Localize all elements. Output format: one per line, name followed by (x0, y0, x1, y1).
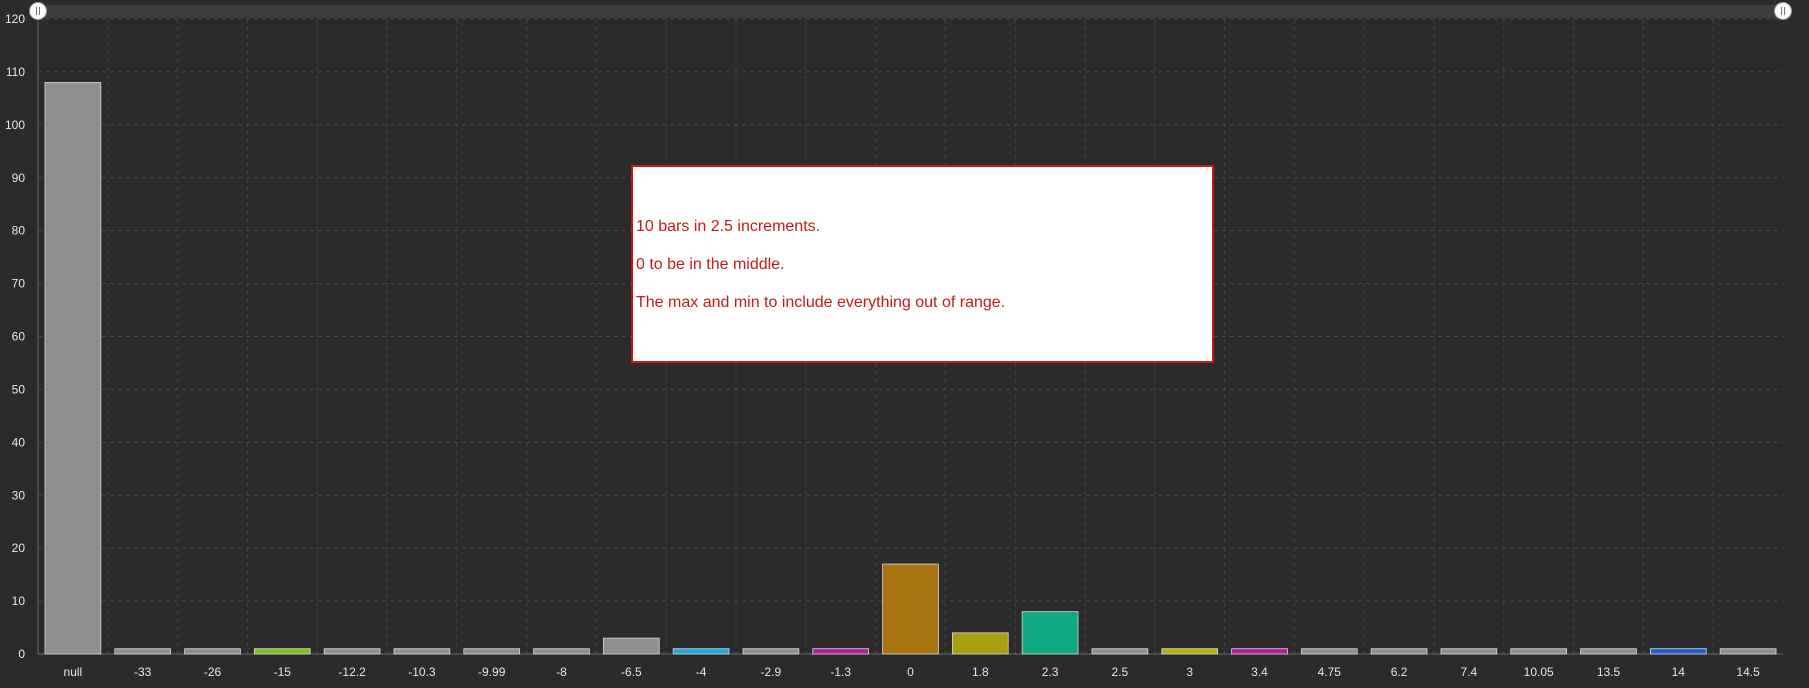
x-tick-label: -2.9 (761, 665, 782, 679)
range-handle-left[interactable] (29, 2, 47, 20)
x-tick-label: 4.75 (1318, 665, 1342, 679)
bar-7.4 (1440, 648, 1498, 655)
bar-2.3 (1021, 611, 1079, 655)
bar-3.4 (1231, 648, 1288, 655)
annotation-line-2: 0 to be in the middle. (636, 256, 785, 273)
x-tick-label: 3.4 (1251, 665, 1268, 679)
bar--15 (253, 648, 311, 655)
annotation-line-1: 10 bars in 2.5 increments. (636, 218, 821, 235)
bar--26 (184, 648, 241, 655)
y-tick-label: 20 (12, 541, 26, 555)
x-tick-label: null (64, 665, 83, 679)
bar-3 (1161, 648, 1219, 655)
annotation-box: 10 bars in 2.5 increments. 0 to be in th… (631, 165, 1214, 363)
bar--10.3 (393, 648, 451, 655)
x-tick-label: -15 (274, 665, 292, 679)
bar-10.05 (1510, 648, 1568, 655)
y-tick-label: 50 (12, 382, 26, 396)
bar--8 (533, 648, 590, 655)
range-handle-right[interactable] (1774, 2, 1792, 20)
y-tick-label: 30 (12, 488, 26, 502)
x-tick-label: -26 (204, 665, 222, 679)
y-tick-label: 110 (6, 65, 25, 79)
bar--6.5 (602, 637, 660, 655)
bar--2.9 (742, 648, 800, 655)
x-tick-label: 14 (1672, 665, 1686, 679)
bar-0 (882, 563, 939, 655)
x-tick-label: -4 (696, 665, 707, 679)
bar-2.5 (1091, 648, 1149, 655)
y-tick-label: 100 (5, 118, 25, 132)
x-tick-label: 13.5 (1597, 665, 1621, 679)
bar--4 (672, 648, 730, 655)
x-tick-label: 0 (907, 665, 914, 679)
range-slider-track[interactable] (38, 5, 1783, 18)
x-tick-label: 14.5 (1736, 665, 1760, 679)
bar-6.2 (1370, 648, 1428, 655)
bar-null (44, 82, 102, 655)
bar-14 (1649, 648, 1707, 655)
x-tick-label: 7.4 (1461, 665, 1478, 679)
x-tick-label: -33 (134, 665, 152, 679)
y-tick-label: 80 (12, 224, 26, 238)
bar--33 (114, 648, 172, 655)
x-tick-label: -12.2 (338, 665, 366, 679)
y-tick-label: 10 (12, 594, 26, 608)
bar-14.5 (1719, 648, 1777, 655)
x-tick-label: -8 (556, 665, 567, 679)
y-tick-label: 0 (18, 647, 25, 661)
y-tick-label: 90 (12, 171, 26, 185)
x-tick-label: -1.3 (830, 665, 851, 679)
x-tick-label: -10.3 (408, 665, 436, 679)
x-tick-label: 6.2 (1391, 665, 1408, 679)
y-tick-label: 120 (5, 12, 25, 26)
x-tick-label: 10.05 (1524, 665, 1554, 679)
x-tick-label: 2.3 (1042, 665, 1059, 679)
annotation-line-3: The max and min to include everything ou… (636, 294, 1006, 311)
bar--9.99 (463, 648, 521, 655)
bar-1.8 (951, 632, 1009, 655)
x-tick-label: 1.8 (972, 665, 989, 679)
x-tick-label: -6.5 (621, 665, 642, 679)
y-tick-label: 60 (12, 330, 26, 344)
x-tick-label: 3 (1186, 665, 1193, 679)
bar-4.75 (1300, 648, 1358, 655)
bar-13.5 (1580, 648, 1637, 655)
x-tick-label: 2.5 (1112, 665, 1129, 679)
bar--1.3 (812, 648, 870, 655)
y-tick-label: 40 (12, 435, 26, 449)
y-tick-label: 70 (12, 277, 26, 291)
bar--12.2 (323, 648, 381, 655)
x-tick-label: -9.99 (478, 665, 506, 679)
